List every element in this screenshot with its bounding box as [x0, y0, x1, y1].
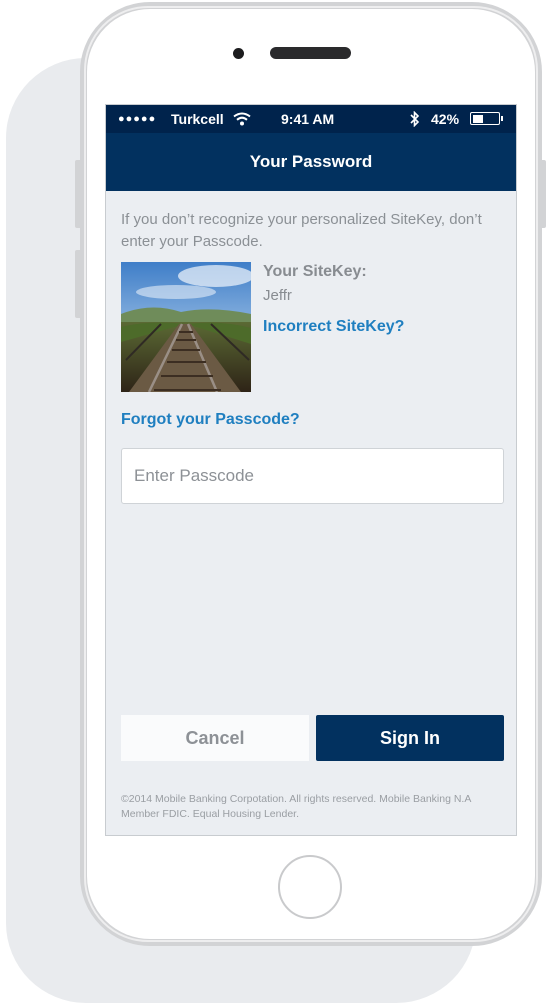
- app-screen: ●●●●● Turkcell 9:41 AM 42% Your Password…: [105, 104, 517, 836]
- volume-button: [75, 250, 82, 318]
- wifi-icon: [233, 112, 251, 126]
- incorrect-sitekey-link[interactable]: Incorrect SiteKey?: [263, 318, 404, 336]
- passcode-input[interactable]: [122, 449, 503, 503]
- status-time: 9:41 AM: [281, 111, 335, 127]
- battery-fill: [472, 114, 483, 123]
- sitekey-label: Your SiteKey:: [263, 263, 367, 280]
- battery-cap: [501, 116, 503, 121]
- mute-switch: [75, 160, 82, 228]
- page-title: Your Password: [106, 133, 516, 191]
- front-camera: [233, 48, 244, 59]
- cancel-button[interactable]: Cancel: [121, 715, 309, 761]
- passcode-field-container: [121, 448, 504, 504]
- signal-strength-icon: ●●●●●: [118, 113, 157, 125]
- legal-footer: ©2014 Mobile Banking Corpotation. All ri…: [121, 793, 471, 820]
- sign-in-button[interactable]: Sign In: [316, 715, 504, 761]
- power-button: [540, 160, 546, 228]
- battery-icon: [470, 112, 500, 125]
- sitekey-image: [121, 262, 251, 392]
- carrier-name: Turkcell: [171, 111, 224, 127]
- bluetooth-icon: [410, 111, 420, 127]
- battery-percent: 42%: [431, 111, 460, 127]
- sitekey-name: Jeffr: [263, 287, 292, 304]
- home-button[interactable]: [278, 855, 342, 919]
- earpiece-speaker: [270, 47, 351, 59]
- status-bar: ●●●●● Turkcell 9:41 AM 42%: [106, 105, 516, 133]
- sitekey-warning: If you don’t recognize your personalized…: [121, 211, 482, 250]
- forgot-passcode-link[interactable]: Forgot your Passcode?: [121, 411, 300, 429]
